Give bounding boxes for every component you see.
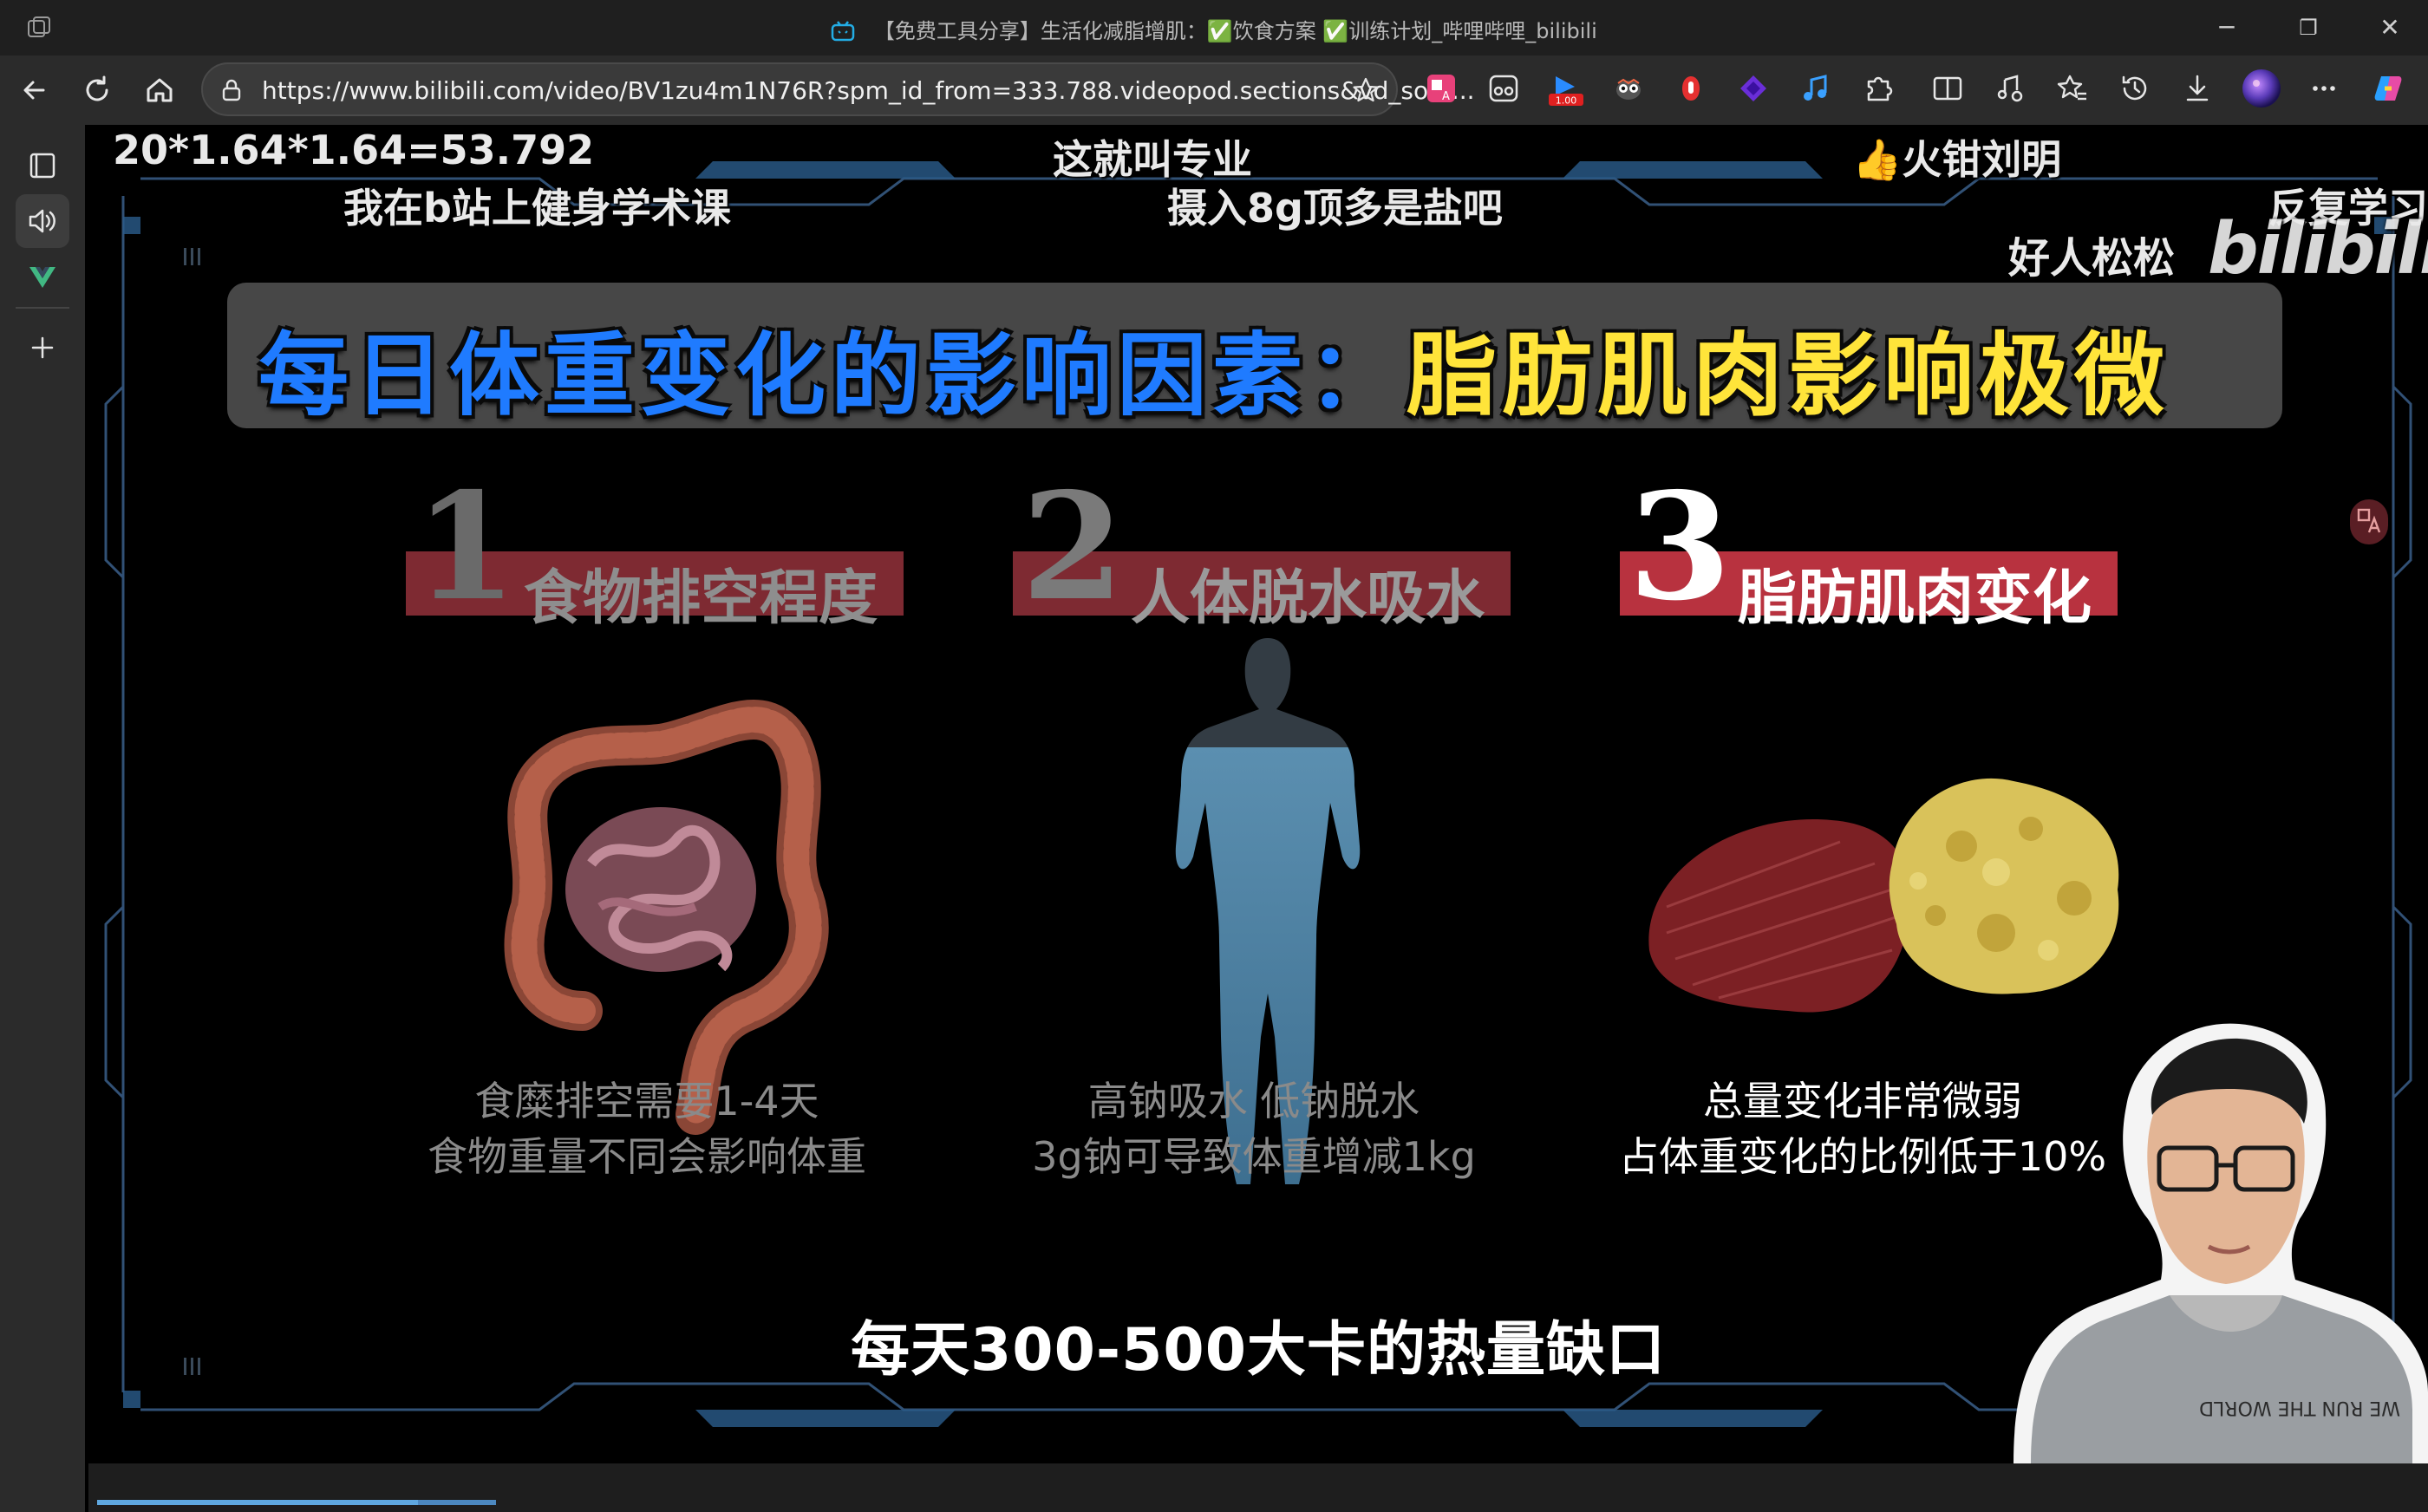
factor-label: 脂肪肌肉变化 xyxy=(1738,564,2092,633)
video-progress-bar[interactable] xyxy=(88,1463,2428,1512)
factor-caption-2: 高钠吸水 低钠脱水 3g钠可导致体重增减1kg xyxy=(907,1073,1601,1184)
minimize-button[interactable]: ─ xyxy=(2209,10,2244,45)
factor-header-3: 3 脂肪肌肉变化 xyxy=(1620,473,2118,633)
video-player[interactable]: 20*1.64*1.64=53.792 这就叫专业 👍火钳刘明 我在b站上健身学… xyxy=(88,127,2428,1463)
danmaku-comment-text: 火钳刘明 xyxy=(1902,136,2062,183)
factor-label: 人体脱水吸水 xyxy=(1131,564,1485,633)
more-options-icon[interactable] xyxy=(2307,71,2341,106)
thumbs-up-icon: 👍 xyxy=(1852,136,1903,183)
window-title: 【免费工具分享】生活化减脂增肌：✅饮食方案 ✅训练计划_哔哩哔哩_bilibil… xyxy=(873,19,1597,43)
presenter-cutout: WE RUN THE WORLD xyxy=(2014,1023,2428,1463)
factor-number: 1 xyxy=(414,460,518,634)
add-tab-icon[interactable] xyxy=(16,321,69,375)
slide-headline: 每日体重变化的影响因素： 脂肪肌肉影响极微 xyxy=(227,283,2282,428)
read-aloud-icon[interactable] xyxy=(1993,71,2027,106)
back-icon[interactable] xyxy=(17,73,52,108)
home-icon[interactable] xyxy=(142,73,177,108)
subtitle-translate-icon[interactable] xyxy=(2348,498,2390,546)
purple-diamond-extension-icon[interactable] xyxy=(1736,71,1771,106)
window-title-wrap: 【免费工具分享】生活化减脂增肌：✅饮食方案 ✅训练计划_哔哩哔哩_bilibil… xyxy=(0,14,2428,44)
video-subtitle: 每天300-500大卡的热量缺口 xyxy=(850,1316,1667,1385)
caption-line: 食物重量不同会影响体重 xyxy=(428,1133,866,1180)
extensions-puzzle-icon[interactable] xyxy=(1861,71,1896,106)
progress-buffered xyxy=(418,1500,496,1505)
headline-blue: 每日体重变化的影响因素： xyxy=(258,323,1404,428)
factor-header-1: 1 食物排空程度 xyxy=(406,473,904,633)
favorites-icon[interactable] xyxy=(2055,71,2090,106)
red-hand-extension-icon[interactable] xyxy=(1674,71,1708,106)
headline-yellow: 脂肪肌肉影响极微 xyxy=(1407,323,2170,428)
favorite-star-icon[interactable] xyxy=(1351,75,1380,105)
bilibili-tab-icon xyxy=(831,21,855,42)
browser-sidebar xyxy=(0,125,85,1512)
url-text[interactable]: https://www.bilibili.com/video/BV1zu4m1N… xyxy=(262,76,1475,105)
caption-line: 食糜排空需要1-4天 xyxy=(474,1078,819,1124)
profile-avatar[interactable] xyxy=(2241,68,2282,109)
factor-header-2: 2 人体脱水吸水 xyxy=(1013,473,1511,633)
factor-number: 3 xyxy=(1628,460,1732,634)
history-icon[interactable] xyxy=(2118,71,2152,106)
speed-badge: 1.00 xyxy=(1556,95,1577,107)
danmaku-comment: 👍火钳刘明 xyxy=(1852,128,2061,186)
site-info-icon[interactable] xyxy=(219,77,245,103)
tab-actions-icon[interactable] xyxy=(16,139,69,192)
shirt-print-text: WE RUN THE WORLD xyxy=(2199,1397,2400,1418)
danmaku-comment: 摄入8g顶多是盐吧 xyxy=(1167,185,1503,231)
caption-line: 3g钠可导致体重增减1kg xyxy=(1032,1133,1476,1180)
video-speed-extension-icon[interactable]: 1.00 xyxy=(1549,71,1583,106)
restore-button[interactable]: ❐ xyxy=(2291,10,2326,45)
factor-caption-1: 食糜排空需要1-4天 食物重量不同会影响体重 xyxy=(300,1073,994,1184)
refresh-icon[interactable] xyxy=(80,73,114,108)
window-titlebar: 【免费工具分享】生活化减脂增肌：✅饮食方案 ✅训练计划_哔哩哔哩_bilibil… xyxy=(0,0,2428,55)
downloads-icon[interactable] xyxy=(2180,71,2215,106)
progress-played xyxy=(97,1500,418,1505)
danmaku-comment: 20*1.64*1.64=53.792 xyxy=(113,127,595,173)
caption-line: 高钠吸水 低钠脱水 xyxy=(1087,1078,1420,1124)
address-bar[interactable]: https://www.bilibili.com/video/BV1zu4m1N… xyxy=(201,62,1475,116)
danmaku-comment: 我在b站上健身学术课 xyxy=(343,185,731,231)
svg-text:A: A xyxy=(1442,90,1450,103)
split-screen-icon[interactable] xyxy=(1930,71,1965,106)
uploader-watermark-name: 好人松松 xyxy=(2008,234,2176,283)
copilot-icon[interactable] xyxy=(2371,71,2405,106)
translate-extension-icon[interactable]: A xyxy=(1424,71,1459,106)
close-window-button[interactable]: ✕ xyxy=(2373,10,2407,45)
music-note-extension-icon[interactable] xyxy=(1798,71,1833,106)
factor-number: 2 xyxy=(1021,460,1125,634)
sidebar-divider xyxy=(16,307,69,309)
factor-label: 食物排空程度 xyxy=(524,564,878,633)
sidebar-vue-tab-icon[interactable] xyxy=(16,250,69,303)
sidebar-audio-tab[interactable] xyxy=(16,194,69,248)
owl-extension-icon[interactable] xyxy=(1611,71,1646,106)
speaker-icon xyxy=(29,209,55,233)
bilibili-watermark: bilibili xyxy=(2208,208,2428,290)
glasses-extension-icon[interactable] xyxy=(1486,71,1521,106)
